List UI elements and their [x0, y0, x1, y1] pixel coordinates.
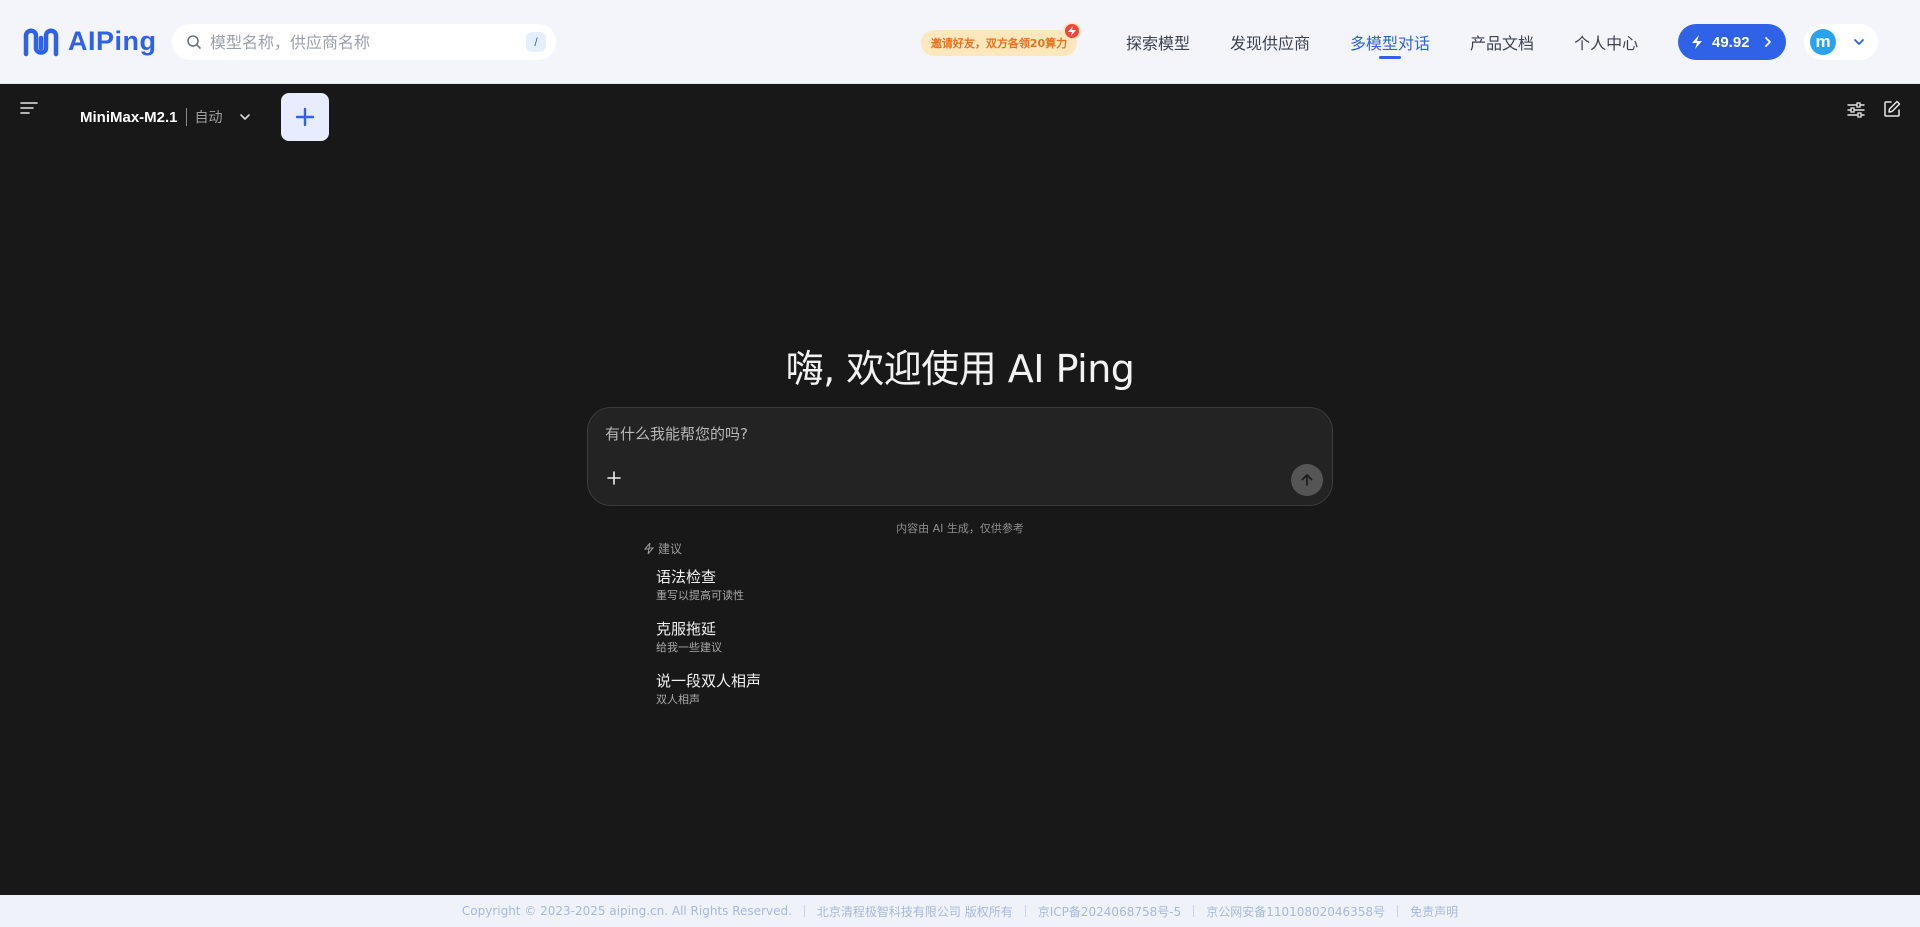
suggestion-list: 语法检查 重写以提高可读性 克服拖延 给我一些建议 说一段双人相声 双人相声 [656, 567, 761, 723]
model-name: MiniMax-M2.1 [80, 108, 178, 126]
chat-input[interactable] [605, 423, 1305, 453]
chevron-down-icon [239, 114, 250, 120]
main-nav: 探索模型 发现供应商 多模型对话 产品文档 个人中心 [1126, 0, 1678, 84]
suggestion-item[interactable]: 说一段双人相声 双人相声 [656, 671, 761, 708]
suggestion-subtitle: 给我一些建议 [656, 641, 722, 654]
search-shortcut-key: / [526, 32, 546, 52]
invite-text: 邀请好友，双方各领20算力 [930, 37, 1068, 50]
arrow-up-icon [1301, 474, 1313, 486]
suggestion-title: 克服拖延 [656, 620, 717, 638]
lightning-icon [1692, 35, 1702, 49]
nav-personal-center[interactable]: 个人中心 [1574, 0, 1638, 84]
suggestions-heading-label: 建议 [658, 542, 683, 556]
footer-company: 北京清程极智科技有限公司 版权所有 [816, 904, 1013, 919]
menu-icon[interactable] [20, 100, 38, 116]
footer-police-link[interactable]: 京公网安备11010802046358号 [1206, 903, 1385, 920]
logo[interactable]: AIPing [22, 24, 157, 58]
nav-product-docs[interactable]: 产品文档 [1470, 0, 1534, 84]
attach-plus-icon[interactable] [606, 470, 622, 486]
search-bar[interactable]: / [172, 24, 556, 60]
suggestion-subtitle: 重写以提高可读性 [656, 589, 744, 602]
nav-discover-providers[interactable]: 发现供应商 [1230, 0, 1310, 84]
footer-separator [1397, 905, 1399, 917]
footer-copyright: Copyright © 2023-2025 aiping.cn. All Rig… [461, 904, 792, 918]
search-input[interactable] [210, 32, 526, 52]
suggestion-title: 语法检查 [656, 568, 717, 586]
footer-icp-link[interactable]: 京ICP备2024068758号-5 [1038, 903, 1181, 920]
search-icon [187, 35, 201, 49]
footer-separator [1024, 905, 1026, 917]
suggestion-subtitle: 双人相声 [656, 693, 700, 706]
top-header: AIPing / 邀请好友，双方各领20算力 探索模型 发现供应商 多模型对话 … [0, 0, 1920, 84]
add-model-button[interactable] [281, 93, 329, 141]
plus-icon [295, 107, 315, 127]
chat-composer [587, 407, 1333, 506]
suggestion-item[interactable]: 语法检查 重写以提高可读性 [656, 567, 761, 604]
model-selector[interactable]: MiniMax-M2.1 自动 [68, 100, 263, 134]
footer-separator [803, 905, 805, 917]
avatar: m [1810, 29, 1836, 55]
balance-button[interactable]: 49.92 [1678, 24, 1786, 60]
send-button[interactable] [1291, 464, 1323, 496]
model-mode: 自动 [194, 110, 223, 126]
invite-banner[interactable]: 邀请好友，双方各领20算力 [921, 22, 1081, 56]
sparkle-icon [644, 543, 654, 554]
balance-value: 49.92 [1712, 33, 1750, 51]
model-divider [185, 108, 187, 126]
logo-icon [23, 28, 59, 57]
edit-icon[interactable] [1883, 100, 1901, 118]
suggestion-item[interactable]: 克服拖延 给我一些建议 [656, 619, 761, 656]
footer: Copyright © 2023-2025 aiping.cn. All Rig… [0, 895, 1920, 927]
ai-disclaimer: 内容由 AI 生成，仅供参考 [896, 522, 1024, 535]
chevron-down-icon [1854, 39, 1864, 45]
chevron-right-icon [1765, 37, 1771, 47]
footer-separator [1193, 905, 1195, 917]
welcome-title: 嗨, 欢迎使用 AI Ping [785, 347, 1135, 391]
footer-disclaimer-link[interactable]: 免责声明 [1410, 903, 1458, 920]
tune-icon[interactable] [1847, 101, 1865, 119]
logo-text: AIPing [68, 25, 157, 56]
suggestion-title: 说一段双人相声 [656, 672, 762, 690]
lightning-badge-icon [1063, 22, 1081, 40]
nav-multi-model-chat[interactable]: 多模型对话 [1350, 0, 1430, 84]
nav-explore-models[interactable]: 探索模型 [1126, 0, 1190, 84]
user-menu[interactable]: m [1804, 24, 1878, 60]
suggestions-heading: 建议 [644, 540, 682, 557]
